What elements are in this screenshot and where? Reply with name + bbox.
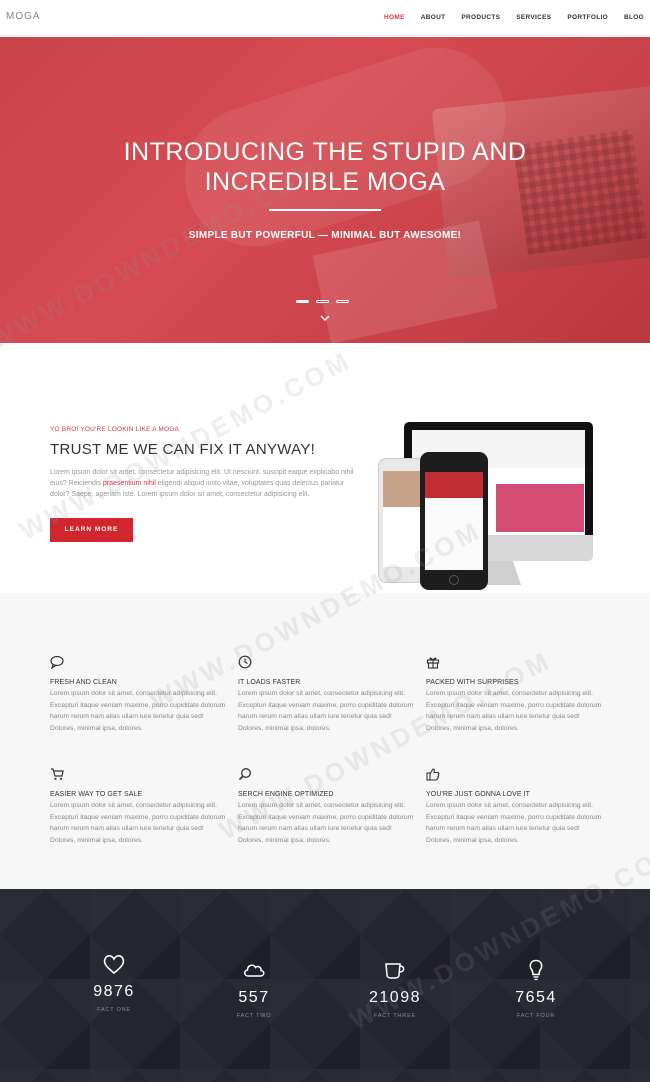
feature-item: SERCH ENGINE OPTIMIZED Lorem ipsum dolor… bbox=[238, 767, 418, 846]
search-icon bbox=[238, 768, 251, 781]
stat-item: 7654 FACT FOUR bbox=[476, 959, 596, 1019]
feature-text: Lorem ipsum dolor sit amet, consectetur … bbox=[50, 690, 226, 732]
feature-item: IT LOADS FASTER Lorem ipsum dolor sit am… bbox=[238, 655, 418, 734]
cup-icon bbox=[385, 963, 405, 979]
intro-eyebrow: YO BRO! YOU'RE LOOKIN LIKE A MOGA bbox=[50, 426, 180, 433]
android-phone-mockup bbox=[378, 458, 424, 583]
learn-more-button[interactable]: LEARN MORE bbox=[50, 518, 133, 542]
feature-title: PACKED WITH SURPRISES bbox=[426, 679, 519, 686]
feature-title: YOU'RE JUST GONNA LOVE IT bbox=[426, 791, 531, 798]
nav-portfolio[interactable]: PORTFOLIO bbox=[567, 14, 608, 21]
chevron-down-icon[interactable] bbox=[319, 313, 331, 323]
feature-item: PACKED WITH SURPRISES Lorem ipsum dolor … bbox=[426, 655, 606, 734]
slider-dot-2[interactable] bbox=[316, 300, 329, 303]
clock-icon bbox=[238, 655, 252, 669]
thumbs-up-icon bbox=[426, 768, 440, 781]
hero-tagline: SIMPLE BUT POWERFUL — MINIMAL BUT AWESOM… bbox=[188, 230, 462, 241]
feature-text: Lorem ipsum dolor sit amet, consectetur … bbox=[238, 690, 414, 732]
brand-logo[interactable]: MOGA bbox=[6, 11, 41, 22]
hero-divider bbox=[269, 209, 381, 211]
cloud-icon bbox=[244, 964, 265, 977]
intro-paragraph: Lorem ipsum dolor sit amet, consectetur … bbox=[50, 467, 355, 500]
feature-text: Lorem ipsum dolor sit amet, consectetur … bbox=[426, 690, 602, 732]
feature-title: EASIER WAY TO GET SALE bbox=[50, 791, 143, 798]
stat-label: FACT TWO bbox=[236, 1013, 272, 1019]
stat-label: FACT ONE bbox=[97, 1007, 131, 1013]
stats-section: 9876 FACT ONE 557 FACT TWO 21098 FACT TH… bbox=[0, 889, 650, 1082]
feature-item: YOU'RE JUST GONNA LOVE IT Lorem ipsum do… bbox=[426, 767, 606, 846]
slider-dots bbox=[296, 300, 349, 303]
stat-number: 7654 bbox=[515, 989, 557, 1006]
slider-dot-1[interactable] bbox=[296, 300, 309, 303]
feature-title: FRESH AND CLEAN bbox=[50, 679, 117, 686]
stat-number: 21098 bbox=[369, 989, 421, 1006]
feature-item: FRESH AND CLEAN Lorem ipsum dolor sit am… bbox=[50, 655, 230, 734]
nav-home[interactable]: HOME bbox=[384, 14, 405, 21]
stat-item: 21098 FACT THREE bbox=[335, 959, 455, 1019]
hero-title: INTRODUCING THE STUPID AND INCREDIBLE MO… bbox=[0, 137, 650, 197]
intro-highlight-link[interactable]: praesentium nihil bbox=[103, 480, 156, 487]
nav-about[interactable]: ABOUT bbox=[421, 14, 446, 21]
hero-title-line2: INCREDIBLE MOGA bbox=[204, 168, 446, 196]
main-menu: HOME ABOUT PRODUCTS SERVICES PORTFOLIO B… bbox=[368, 14, 644, 21]
gift-icon bbox=[426, 657, 440, 669]
nav-services[interactable]: SERVICES bbox=[516, 14, 551, 21]
iphone-mockup bbox=[420, 452, 488, 590]
speech-bubble-icon bbox=[50, 655, 64, 670]
stat-item: 557 FACT TWO bbox=[194, 959, 314, 1019]
cart-icon bbox=[51, 768, 64, 780]
feature-item: EASIER WAY TO GET SALE Lorem ipsum dolor… bbox=[50, 767, 230, 846]
stat-label: FACT THREE bbox=[373, 1013, 417, 1019]
feature-text: Lorem ipsum dolor sit amet, consectetur … bbox=[426, 802, 602, 844]
top-navbar: MOGA HOME ABOUT PRODUCTS SERVICES PORTFO… bbox=[0, 0, 650, 36]
slider-dot-3[interactable] bbox=[336, 300, 349, 303]
feature-text: Lorem ipsum dolor sit amet, consectetur … bbox=[238, 802, 414, 844]
nav-blog[interactable]: BLOG bbox=[624, 14, 644, 21]
features-section: FRESH AND CLEAN Lorem ipsum dolor sit am… bbox=[0, 593, 650, 889]
intro-title: TRUST ME WE CAN FIX IT ANYWAY! bbox=[50, 441, 316, 458]
hero-slider: INTRODUCING THE STUPID AND INCREDIBLE MO… bbox=[0, 37, 650, 343]
bulb-icon bbox=[529, 959, 543, 981]
feature-title: IT LOADS FASTER bbox=[238, 679, 301, 686]
stat-item: 9876 FACT ONE bbox=[54, 953, 174, 1013]
heart-icon bbox=[103, 955, 125, 975]
devices-illustration bbox=[378, 420, 598, 595]
stat-number: 9876 bbox=[93, 983, 135, 1000]
stat-label: FACT FOUR bbox=[516, 1013, 556, 1019]
hero-title-line1: INTRODUCING THE STUPID AND bbox=[123, 138, 527, 166]
nav-products[interactable]: PRODUCTS bbox=[461, 14, 500, 21]
stat-number: 557 bbox=[238, 989, 270, 1006]
feature-title: SERCH ENGINE OPTIMIZED bbox=[238, 791, 334, 798]
feature-text: Lorem ipsum dolor sit amet, consectetur … bbox=[50, 802, 226, 844]
